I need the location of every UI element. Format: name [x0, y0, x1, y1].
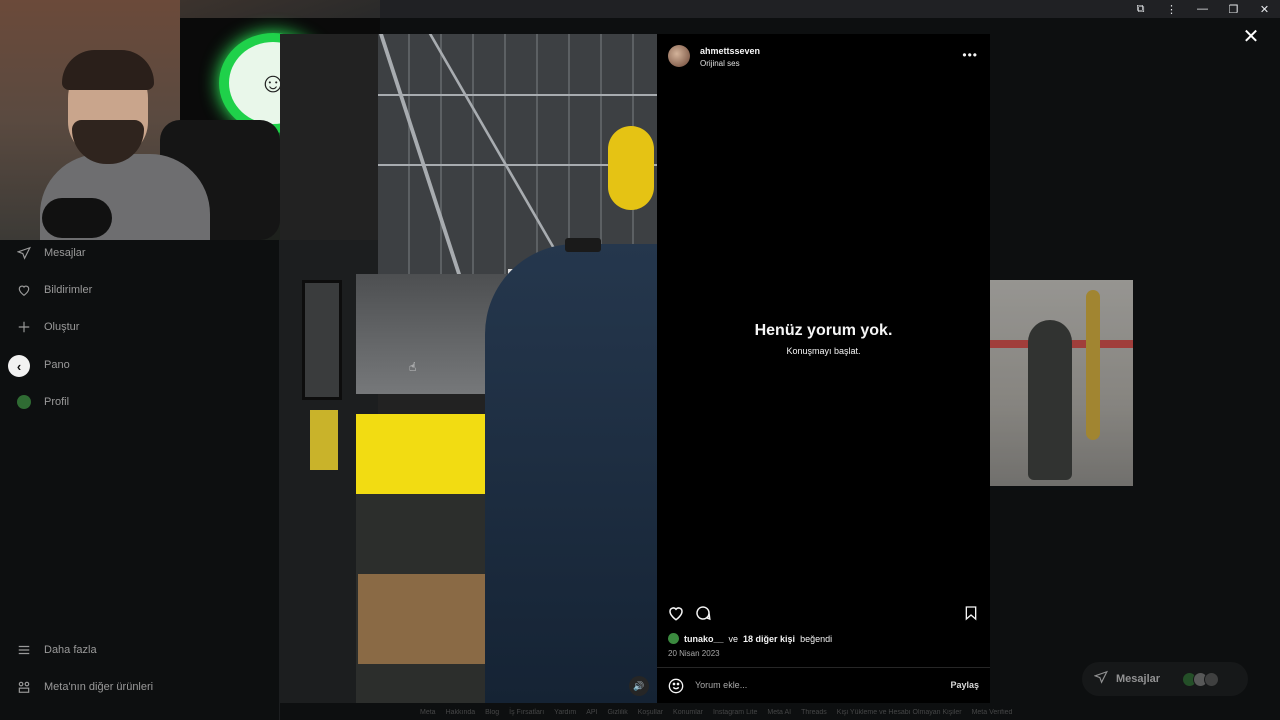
previous-post-button[interactable]: ‹ [8, 355, 30, 377]
shooter [485, 244, 657, 703]
grid-icon [16, 679, 32, 695]
sidebar-item-label: Bildirimler [44, 284, 93, 296]
sidebar-item-label: Pano [44, 359, 70, 371]
comment-input[interactable]: Yorum ekle... [695, 680, 747, 690]
footer-link[interactable]: Kişi Yükleme ve Hesabı Olmayan Kişiler [837, 709, 962, 716]
close-icon[interactable]: ✕ [1240, 25, 1262, 48]
sidebar-item-label: Meta'nın diğer ürünleri [44, 681, 154, 693]
footer-link[interactable]: API [586, 709, 597, 716]
heart-icon [16, 282, 32, 298]
sidebar-item-notifications[interactable]: Bildirimler [16, 280, 92, 300]
sidebar-item-more[interactable]: Daha fazla [16, 640, 97, 660]
sidebar-item-profile[interactable]: Profil [16, 392, 69, 412]
mouse-cursor-icon: ☝ [409, 360, 417, 374]
comment-icon[interactable] [694, 604, 714, 624]
profile-avatar-icon [16, 394, 32, 410]
ear-protection [608, 126, 654, 210]
next-post-preview[interactable] [990, 280, 1133, 486]
post-details-panel: ahmettsseven Orijinal ses ••• Henüz yoru… [657, 34, 990, 703]
sidebar-item-label: Oluştur [44, 321, 80, 333]
footer-link[interactable]: İş Fırsatları [509, 709, 544, 716]
bookmark-icon[interactable] [963, 604, 983, 624]
streamer [40, 50, 240, 240]
likes-summary[interactable]: tunako__ ve 18 diğer kişi beğendi [668, 633, 832, 644]
extensions-icon[interactable]: ⧉ [1125, 0, 1156, 18]
messages-label: Mesajlar [1116, 673, 1161, 685]
like-heart-icon[interactable] [667, 604, 687, 624]
footer-link[interactable]: Konumlar [673, 709, 703, 716]
footer-link[interactable]: Meta AI [767, 709, 791, 716]
post-actions [657, 604, 990, 626]
footer-link[interactable]: Koşullar [638, 709, 663, 716]
post-date: 20 Nisan 2023 [668, 649, 720, 658]
sidebar-item-create[interactable]: Oluştur [16, 317, 79, 337]
reel-video[interactable]: 🔊 [280, 34, 657, 703]
sidebar-item-label: Daha fazla [44, 644, 97, 656]
avatar[interactable] [668, 45, 690, 67]
more-options-icon[interactable]: ••• [962, 48, 978, 62]
liker-username[interactable]: tunako__ [684, 634, 724, 644]
footer-link[interactable]: Hakkında [446, 709, 476, 716]
sidebar-item-label: Profil [44, 396, 70, 408]
footer-link[interactable]: Meta [420, 709, 436, 716]
footer-links: Meta Hakkında Blog İş Fırsatları Yardım … [420, 709, 1012, 716]
restore-button[interactable]: ❐ [1218, 0, 1249, 18]
hamburger-icon [16, 642, 32, 658]
messages-pill[interactable]: Mesajlar [1082, 662, 1248, 696]
minimize-button[interactable]: — [1187, 0, 1218, 18]
no-comments-title: Henüz yorum yok. [754, 322, 893, 339]
post-username[interactable]: ahmettsseven [700, 46, 760, 56]
comment-bar: Yorum ekle... Paylaş [657, 667, 990, 703]
pistol [565, 238, 601, 252]
sidebar-item-label: Mesajlar [44, 247, 86, 259]
sidebar-item-messages[interactable]: Mesajlar [16, 243, 86, 263]
footer-link[interactable]: Blog [485, 709, 499, 716]
footer-link[interactable]: Gizlilik [608, 709, 628, 716]
message-avatars [1182, 671, 1220, 687]
microphone [42, 198, 112, 238]
footer-link[interactable]: Instagram Lite [713, 709, 757, 716]
footer-link[interactable]: Meta Verified [972, 709, 1013, 716]
window-close-button[interactable]: ✕ [1249, 0, 1280, 18]
menu-kebab-icon[interactable]: ⋮ [1156, 0, 1187, 18]
emoji-icon[interactable] [668, 678, 684, 694]
sidebar-item-meta-products[interactable]: Meta'nın diğer ürünleri [16, 677, 153, 697]
send-icon [16, 245, 32, 261]
footer-link[interactable]: Threads [801, 709, 827, 716]
footer-link[interactable]: Yardım [554, 709, 576, 716]
share-button[interactable]: Paylaş [950, 680, 979, 690]
plus-icon [16, 319, 32, 335]
audio-label[interactable]: Orijinal ses [700, 59, 740, 68]
liker-avatar [668, 633, 679, 644]
no-comments-subtitle: Konuşmayı başlat. [786, 346, 861, 356]
post-header: ahmettsseven Orijinal ses ••• [657, 34, 990, 78]
volume-icon[interactable]: 🔊 [629, 676, 649, 696]
others-count[interactable]: 18 diğer kişi [743, 634, 795, 644]
send-icon [1093, 670, 1108, 689]
